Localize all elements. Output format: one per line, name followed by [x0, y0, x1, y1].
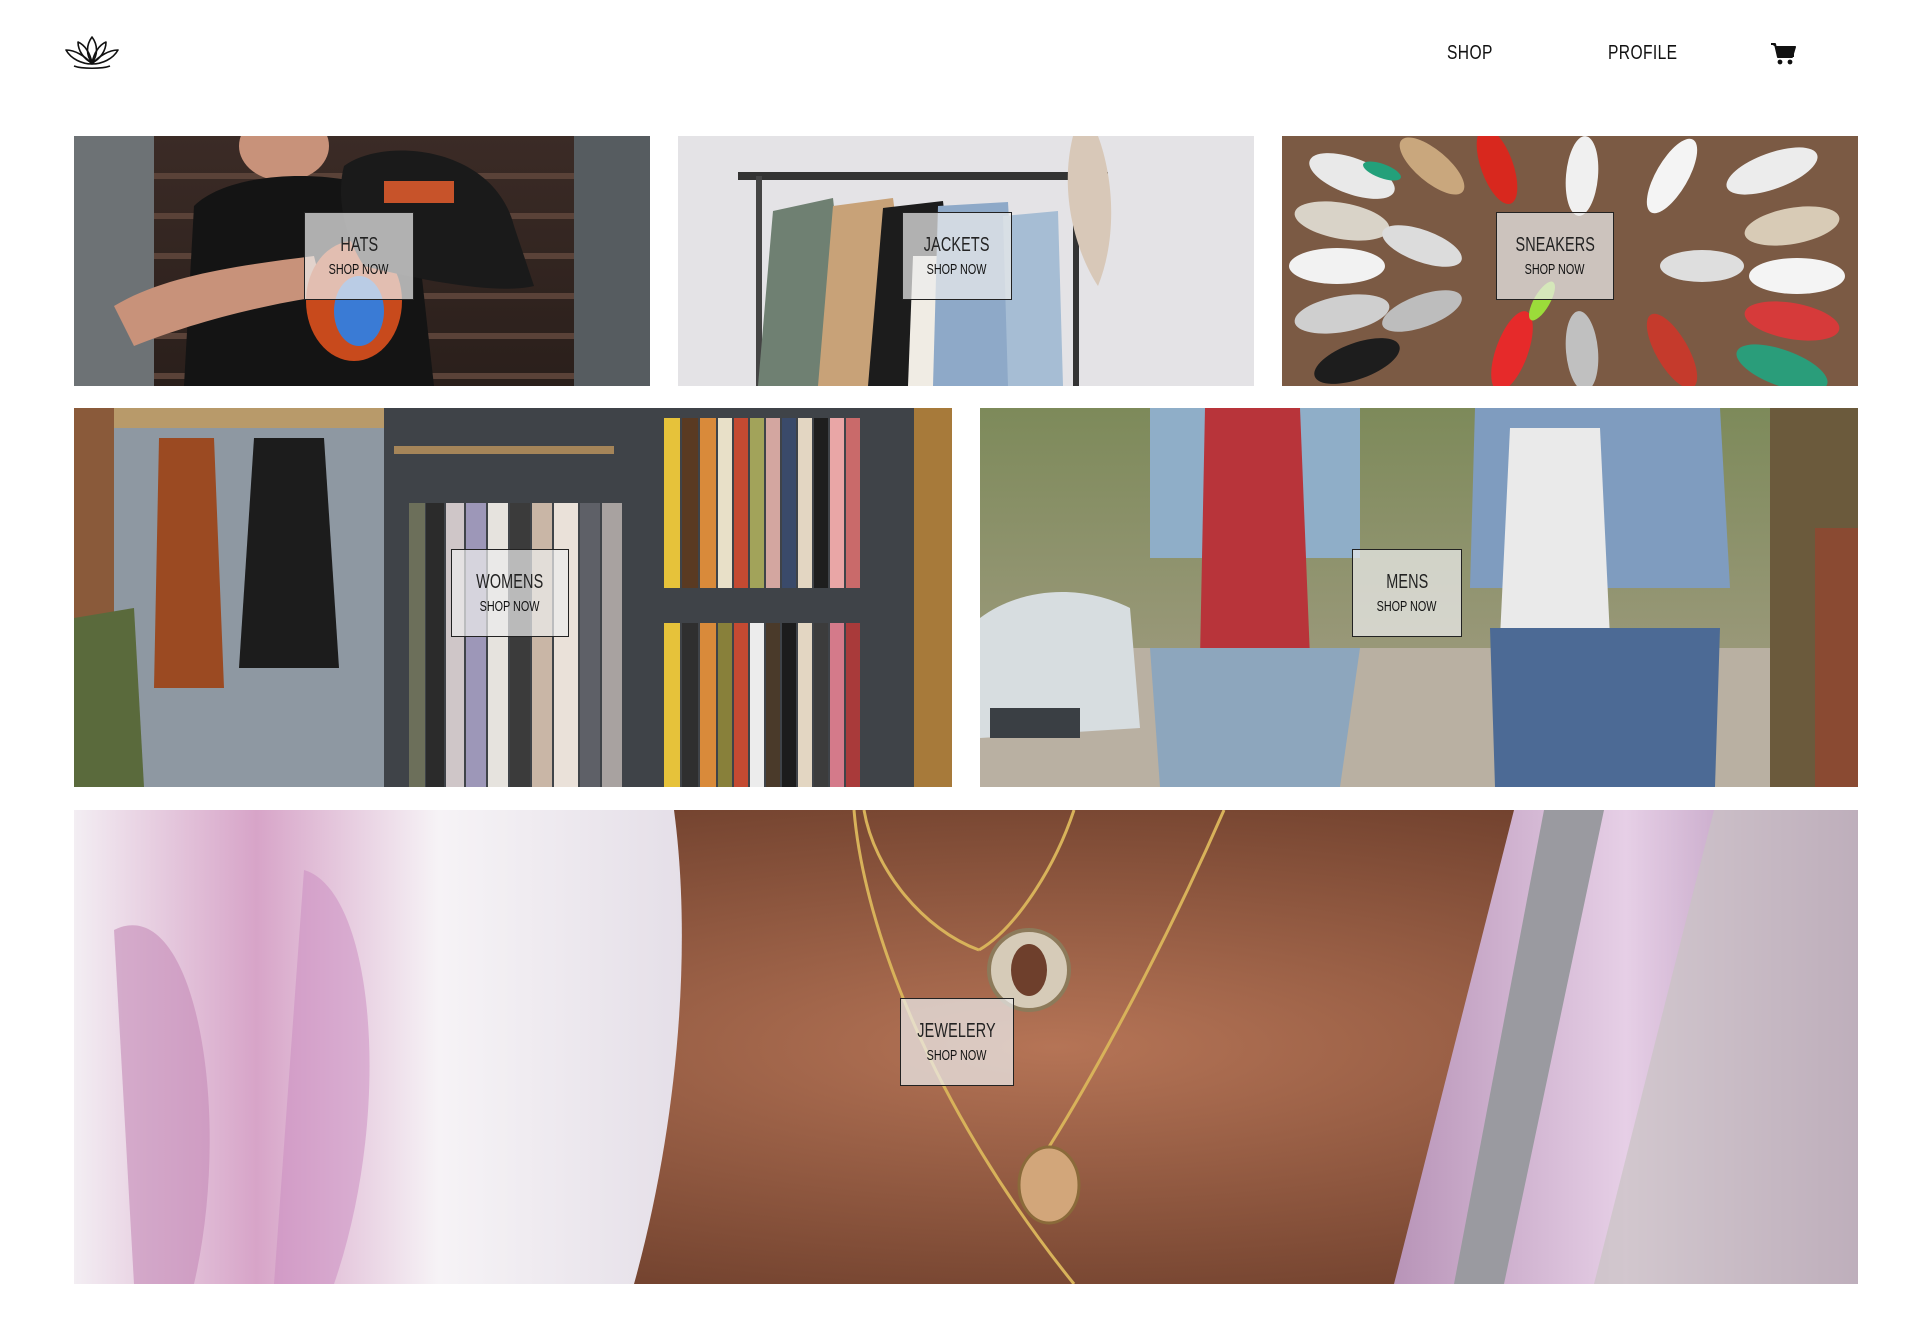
category-title: MENS — [1385, 571, 1429, 593]
category-label-sneakers: SNEAKERS SHOP NOW — [1496, 212, 1614, 300]
shop-now-link[interactable]: SHOP NOW — [927, 261, 987, 279]
site-header: SHOP PROFILE — [0, 0, 1920, 110]
category-tile-jewelery[interactable]: JEWELERY SHOP NOW — [74, 810, 1858, 1284]
category-title: HATS — [340, 234, 378, 256]
nav-shop-link[interactable]: SHOP — [1447, 42, 1493, 65]
category-tile-hats[interactable]: HATS SHOP NOW — [74, 136, 650, 386]
category-tile-mens[interactable]: MENS SHOP NOW — [980, 408, 1858, 787]
category-label-jewelery: JEWELERY SHOP NOW — [900, 998, 1014, 1086]
cart-icon[interactable] — [1770, 42, 1796, 66]
category-tile-jackets[interactable]: JACKETS SHOP NOW — [678, 136, 1254, 386]
shop-now-link[interactable]: SHOP NOW — [1525, 261, 1585, 279]
shop-now-link[interactable]: SHOP NOW — [480, 598, 540, 616]
category-label-womens: WOMENS SHOP NOW — [451, 549, 569, 637]
shop-now-link[interactable]: SHOP NOW — [1377, 598, 1437, 616]
category-title: WOMENS — [476, 571, 544, 593]
lotus-logo-icon[interactable] — [62, 33, 122, 71]
shop-now-link[interactable]: SHOP NOW — [927, 1047, 987, 1065]
category-tile-sneakers[interactable]: SNEAKERS SHOP NOW — [1282, 136, 1858, 386]
category-label-hats: HATS SHOP NOW — [304, 212, 414, 300]
category-title: JACKETS — [924, 234, 990, 256]
shop-now-link[interactable]: SHOP NOW — [329, 261, 389, 279]
category-label-mens: MENS SHOP NOW — [1352, 549, 1462, 637]
category-title: JEWELERY — [917, 1020, 997, 1042]
nav-profile-link[interactable]: PROFILE — [1608, 42, 1677, 65]
category-tile-womens[interactable]: WOMENS SHOP NOW — [74, 408, 952, 787]
category-label-jackets: JACKETS SHOP NOW — [902, 212, 1012, 300]
category-title: SNEAKERS — [1515, 234, 1595, 256]
